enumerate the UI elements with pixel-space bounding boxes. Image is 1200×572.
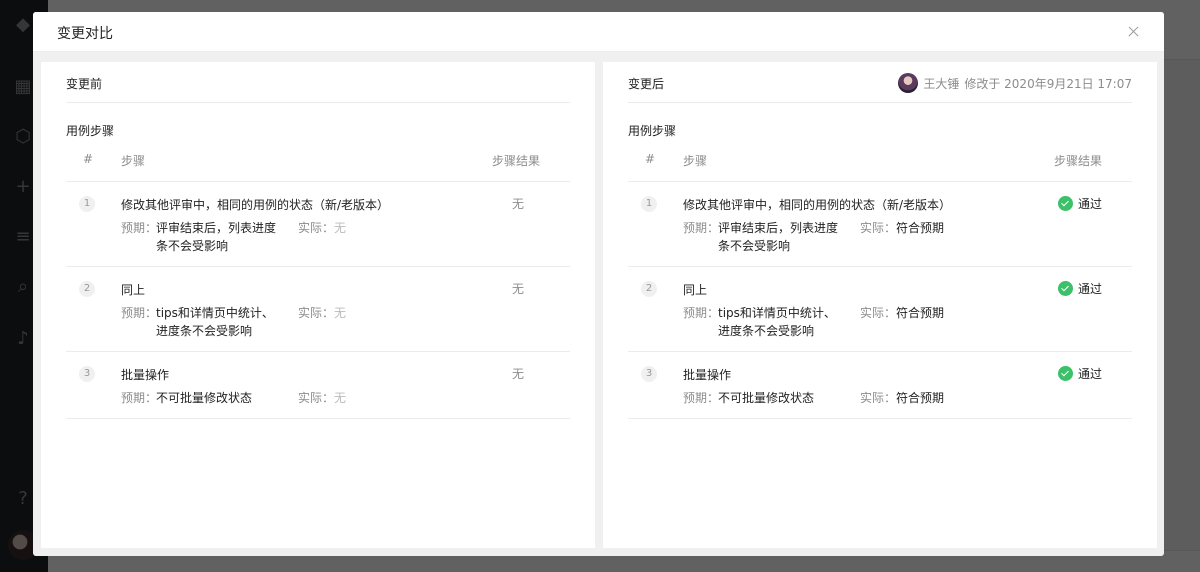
table-header: # 步骤 步骤结果 (66, 150, 570, 182)
column-result: 步骤结果 (491, 154, 540, 168)
expect-text: 不可批量修改状态 (718, 391, 815, 405)
panel-title: 变更前 (66, 77, 103, 91)
change-compare-modal: 变更对比 变更前 用例步骤 # 步骤 步骤结果 1 修改其他评审中，相同的用例的… (33, 12, 1164, 556)
expect-label: 预期： (683, 221, 720, 235)
step-number: 1 (641, 196, 657, 212)
actual-label: 实际： (860, 391, 897, 405)
step-text: 同上 (121, 283, 146, 297)
step-result: 通过 (1057, 280, 1102, 297)
table-row: 3 批量操作 预期： 不可批量修改状态 实际： 无 无 (66, 352, 570, 419)
step-text: 修改其他评审中，相同的用例的状态（新/老版本） (683, 198, 952, 212)
step-text: 修改其他评审中，相同的用例的状态（新/老版本） (121, 198, 390, 212)
table-row: 1 修改其他评审中，相同的用例的状态（新/老版本） 预期： 评审结束后，列表进度… (628, 182, 1132, 267)
expect-label: 预期： (683, 306, 720, 320)
table-row: 3 批量操作 预期： 不可批量修改状态 实际： 符合预期 通过 (628, 352, 1132, 419)
step-number: 1 (79, 196, 95, 212)
step-number: 3 (79, 366, 95, 382)
result-text: 通过 (1077, 367, 1102, 381)
expect-text: 评审结束后，列表进度条不会受影响 (718, 221, 839, 253)
column-num: # (645, 152, 656, 166)
step-number: 2 (79, 281, 95, 297)
table-row: 2 同上 预期： tips和详情页中统计、进度条不会受影响 实际： 无 无 (66, 267, 570, 352)
steps-table: # 步骤 步骤结果 1 修改其他评审中，相同的用例的状态（新/老版本） 预期： … (628, 150, 1132, 419)
actual-label: 实际： (298, 221, 335, 235)
actual-text: 无 (334, 391, 347, 405)
step-result: 无 (511, 282, 524, 296)
avatar (898, 73, 919, 93)
panel-title: 变更后 (628, 77, 665, 91)
step-number: 3 (641, 366, 657, 382)
expect-text: tips和详情页中统计、进度条不会受影响 (156, 306, 274, 338)
step-result: 无 (511, 197, 524, 211)
check-circle-icon (1057, 196, 1073, 211)
modified-info: 王大锤 修改于 2020年9月21日 17:07 (898, 73, 1132, 93)
panel-after: 变更后 王大锤 修改于 2020年9月21日 17:07 用例步骤 # 步骤 步… (603, 62, 1157, 548)
expect-text: 评审结束后，列表进度条不会受影响 (156, 221, 277, 253)
step-result: 通过 (1057, 365, 1102, 382)
divider (628, 102, 1132, 103)
table-row: 1 修改其他评审中，相同的用例的状态（新/老版本） 预期： 评审结束后，列表进度… (66, 182, 570, 267)
expect-label: 预期： (121, 391, 158, 405)
step-number: 2 (641, 281, 657, 297)
actual-label: 实际： (860, 306, 897, 320)
step-result: 无 (511, 367, 524, 381)
modified-time: 修改于 2020年9月21日 17:07 (964, 76, 1132, 91)
column-result: 步骤结果 (1053, 154, 1102, 168)
step-text: 同上 (683, 283, 708, 297)
expect-label: 预期： (121, 306, 158, 320)
section-title: 用例步骤 (628, 124, 677, 138)
expect-label: 预期： (683, 391, 720, 405)
actual-text: 符合预期 (896, 306, 945, 320)
section-title: 用例步骤 (66, 124, 115, 138)
actual-text: 无 (334, 306, 347, 320)
modifier-name: 王大锤 (923, 76, 960, 91)
modal-header: 变更对比 (33, 12, 1164, 52)
step-text: 批量操作 (683, 368, 732, 382)
column-step: 步骤 (683, 154, 708, 168)
table-header: # 步骤 步骤结果 (628, 150, 1132, 182)
steps-table: # 步骤 步骤结果 1 修改其他评审中，相同的用例的状态（新/老版本） 预期： … (66, 150, 570, 419)
actual-label: 实际： (298, 306, 335, 320)
actual-text: 符合预期 (896, 391, 945, 405)
column-num: # (83, 152, 94, 166)
table-row: 2 同上 预期： tips和详情页中统计、进度条不会受影响 实际： 符合预期 通… (628, 267, 1132, 352)
actual-text: 符合预期 (896, 221, 945, 235)
step-result: 通过 (1057, 195, 1102, 212)
column-step: 步骤 (121, 154, 146, 168)
actual-text: 无 (334, 221, 347, 235)
close-icon[interactable] (1124, 22, 1144, 42)
actual-label: 实际： (860, 221, 897, 235)
check-circle-icon (1057, 281, 1073, 296)
check-circle-icon (1057, 366, 1073, 381)
step-text: 批量操作 (121, 368, 170, 382)
result-text: 通过 (1077, 197, 1102, 211)
expect-text: tips和详情页中统计、进度条不会受影响 (718, 306, 836, 338)
modal-title: 变更对比 (57, 26, 113, 42)
expect-label: 预期： (121, 221, 158, 235)
actual-label: 实际： (298, 391, 335, 405)
expect-text: 不可批量修改状态 (156, 391, 253, 405)
panel-before: 变更前 用例步骤 # 步骤 步骤结果 1 修改其他评审中，相同的用例的状态（新/… (41, 62, 595, 548)
result-text: 通过 (1077, 282, 1102, 296)
divider (66, 102, 570, 103)
